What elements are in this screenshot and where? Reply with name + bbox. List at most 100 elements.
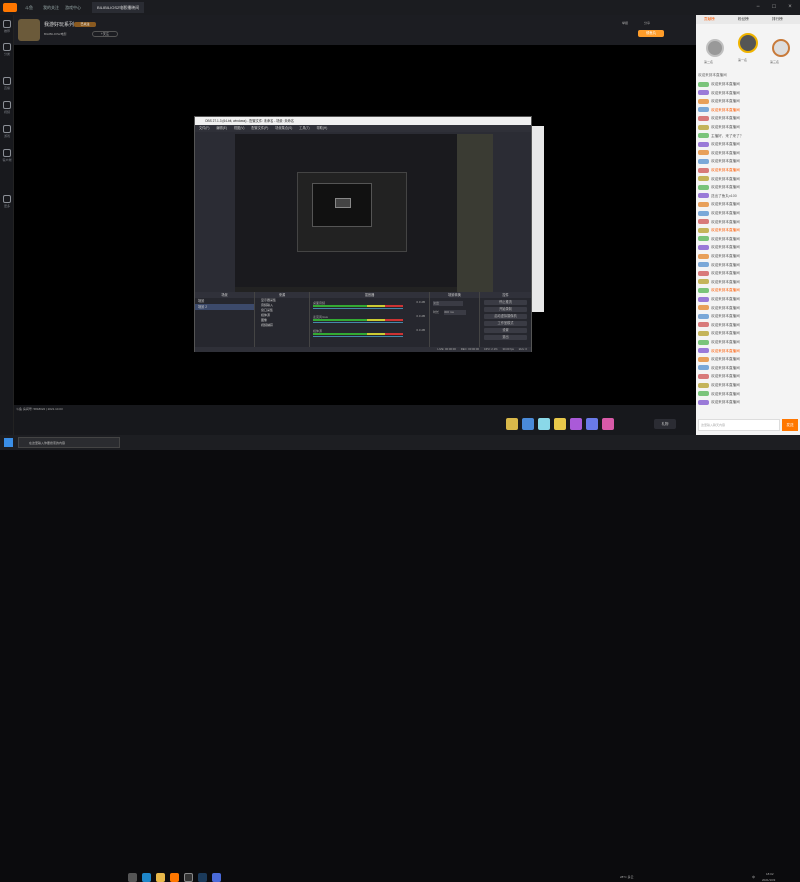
windows-start-icon[interactable] xyxy=(4,438,13,447)
douyu-logo-icon[interactable] xyxy=(3,3,17,12)
user-level-badge xyxy=(698,201,709,207)
chat-message: 欢迎来到本直播间 xyxy=(698,244,798,251)
chat-message: 欢迎来到本直播间 xyxy=(698,279,798,286)
task-view-icon[interactable] xyxy=(128,873,137,882)
tab-games[interactable]: 游戏中心 xyxy=(60,2,86,13)
chat-message: 欢迎来到本直播间 xyxy=(698,201,798,208)
user-level-badge xyxy=(698,124,709,130)
volume-slider[interactable] xyxy=(313,322,403,323)
obs-menu-file[interactable]: 文件(F) xyxy=(199,126,209,130)
follow-button[interactable]: +关注 xyxy=(92,31,118,37)
chat-message: 欢迎来到本直播间 xyxy=(698,313,798,320)
chat-message: 欢迎来到本直播间 xyxy=(698,348,798,355)
grid-icon[interactable] xyxy=(3,43,11,51)
ranker-avatar[interactable] xyxy=(738,33,758,53)
obs-menu-edit[interactable]: 编辑(E) xyxy=(216,126,227,130)
panel-tabs: 贡献榜 粉丝榜 排行榜 xyxy=(696,15,800,24)
steam-icon[interactable] xyxy=(198,873,207,882)
rail-label-live: 直播 xyxy=(3,86,10,90)
settings-button[interactable]: 设置 xyxy=(484,328,527,333)
chat-input[interactable]: 这里输入聊天内容 xyxy=(698,419,780,431)
user-level-badge xyxy=(698,167,709,173)
window-maximize-button[interactable]: □ xyxy=(768,2,780,13)
download-icon[interactable] xyxy=(3,149,11,157)
obs-menu-help[interactable]: 帮助(H) xyxy=(317,126,328,130)
tab-contribution[interactable]: 贡献榜 xyxy=(704,15,715,24)
exit-button[interactable]: 退出 xyxy=(484,335,527,340)
tab-home[interactable]: 斗鱼 xyxy=(20,2,38,13)
store-icon[interactable] xyxy=(212,873,221,882)
send-gift-button[interactable]: 礼物 xyxy=(654,419,676,429)
volume-slider[interactable] xyxy=(313,336,403,337)
obs-menu-scene-collection[interactable]: 场景集合(S) xyxy=(275,126,292,130)
game-icon[interactable] xyxy=(3,125,11,133)
tab-ranking[interactable]: 排行榜 xyxy=(772,15,783,24)
gift-icon[interactable] xyxy=(586,418,598,430)
obs-app-icon[interactable] xyxy=(184,873,193,882)
live-icon[interactable] xyxy=(3,77,11,85)
gift-icon[interactable] xyxy=(506,418,518,430)
transition-duration-field[interactable]: 300 ms xyxy=(444,310,466,315)
start-recording-button[interactable]: 开始录制 xyxy=(484,307,527,312)
clock-date[interactable]: 2021/10/3 xyxy=(762,878,775,882)
send-button[interactable]: 发送 xyxy=(782,419,798,431)
nested-capture xyxy=(297,172,407,252)
video-icon[interactable] xyxy=(3,101,11,109)
user-level-badge xyxy=(698,98,709,104)
source-item[interactable]: 视频捕获 xyxy=(255,323,309,328)
chat-message-text: 欢迎来到本直播间 xyxy=(711,331,740,336)
scene-item[interactable]: 场景 2 xyxy=(195,304,254,310)
obs-menu-tools[interactable]: 工具(T) xyxy=(299,126,309,130)
clock-time[interactable]: 18:02 xyxy=(766,872,774,876)
chat-message: 欢迎来到本直播间 xyxy=(698,107,798,114)
edge-icon[interactable] xyxy=(142,873,151,882)
home-icon[interactable] xyxy=(3,20,11,28)
ranker-name: 第一名 xyxy=(738,58,748,62)
weather-text[interactable]: 28°C 多云 xyxy=(620,875,634,879)
transition-type[interactable]: 淡出 xyxy=(433,301,463,306)
streamer-avatar[interactable] xyxy=(18,19,40,41)
menu-icon[interactable] xyxy=(3,195,11,203)
user-level-badge xyxy=(698,236,709,242)
user-level-badge xyxy=(698,150,709,156)
stop-streaming-button[interactable]: 停止推流 xyxy=(484,300,527,305)
ranker-name: 第三名 xyxy=(770,60,780,64)
folder-icon[interactable] xyxy=(156,873,165,882)
taskbar-search[interactable]: 在这里输入你要搜索的内容 xyxy=(18,437,120,448)
virtual-camera-button[interactable]: 启动虚拟摄像机 xyxy=(484,314,527,319)
obs-menu-view[interactable]: 视图(V) xyxy=(234,126,245,130)
obs-menu-profile[interactable]: 配置文件(P) xyxy=(251,126,268,130)
volume-slider[interactable] xyxy=(313,308,403,309)
gift-icon[interactable] xyxy=(554,418,566,430)
ime-indicator[interactable]: 中 xyxy=(752,875,755,879)
report-link[interactable]: 举报 xyxy=(622,21,628,25)
chat-message-text: 欢迎来到本直播间 xyxy=(711,176,740,181)
gift-icon[interactable] xyxy=(570,418,582,430)
douyu-app-icon[interactable] xyxy=(170,873,179,882)
tab-room[interactable]: BILIBILIOS2电影播映间 xyxy=(92,2,145,13)
track-meter xyxy=(313,333,403,335)
track-level: 0.0 dB xyxy=(416,328,425,332)
gift-claim-button[interactable]: 领鱼丸 xyxy=(638,30,664,37)
user-level-badge xyxy=(698,210,709,216)
rail-label-client: 客户端 xyxy=(2,158,12,162)
tab-fans[interactable]: 粉丝榜 xyxy=(738,15,749,24)
ranker-avatar[interactable] xyxy=(772,39,790,57)
studio-mode-button[interactable]: 工作室模式 xyxy=(484,321,527,326)
chat-message: 欢迎来到本直播间 xyxy=(698,262,798,269)
gift-icon[interactable] xyxy=(602,418,614,430)
window-minimize-button[interactable]: − xyxy=(752,2,764,13)
window-close-button[interactable]: × xyxy=(784,2,796,13)
share-link[interactable]: 分享 xyxy=(644,21,650,25)
chat-message-text: 欢迎来到本直播间 xyxy=(711,271,740,276)
gift-icon[interactable] xyxy=(538,418,550,430)
chat-message-text: 欢迎来到本直播间 xyxy=(711,185,740,190)
chat-message: 欢迎来到本直播间 xyxy=(698,167,798,174)
chat-message-text: 欢迎来到本直播间 xyxy=(711,322,740,327)
gift-icon[interactable] xyxy=(522,418,534,430)
chat-message: 送出了鱼丸x100 xyxy=(698,193,798,200)
ranker-avatar[interactable] xyxy=(706,39,724,57)
chat-message: 欢迎来到本直播间 xyxy=(698,373,798,380)
user-level-badge xyxy=(698,382,709,388)
obs-preview[interactable] xyxy=(235,134,493,294)
